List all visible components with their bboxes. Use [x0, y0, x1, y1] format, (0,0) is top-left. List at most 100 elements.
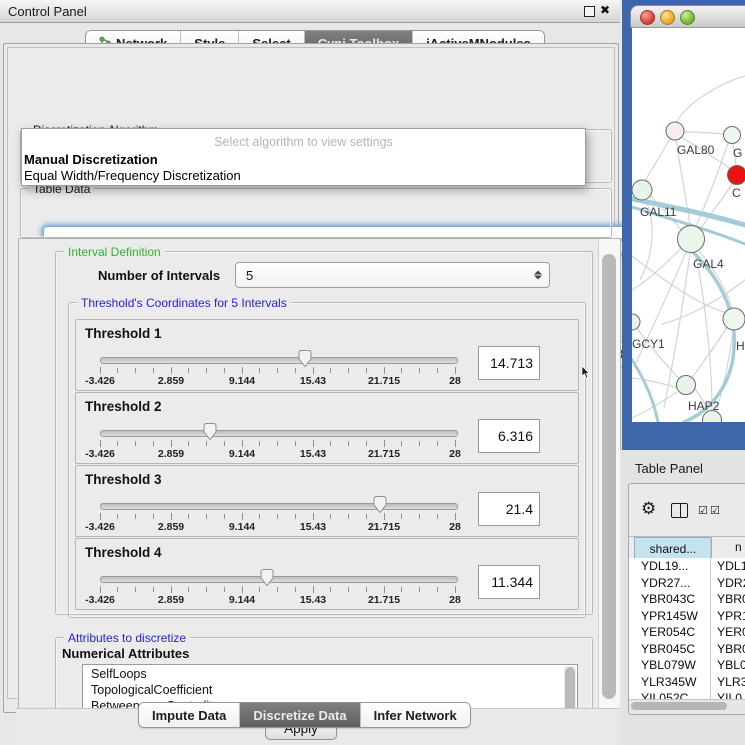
slider-tick [384, 440, 385, 447]
slider-tick-label: 15.43 [300, 448, 326, 460]
threshold-coordinates-title: Threshold's Coordinates for 5 Intervals [77, 296, 291, 310]
popup-option-manual-discretization[interactable]: Manual Discretization [24, 152, 158, 167]
threshold-4-slider-thumb[interactable] [259, 568, 275, 592]
threshold-4-slider-track[interactable] [100, 576, 458, 583]
main-scrollbar[interactable] [598, 239, 620, 708]
slider-tick [206, 368, 207, 373]
network-node[interactable] [666, 122, 684, 140]
edge[interactable] [684, 132, 724, 134]
slider-tick [437, 441, 438, 446]
highlighted-edge[interactable] [684, 252, 734, 422]
slider-tick [135, 587, 136, 592]
popup-option-equal-width-frequency[interactable]: Equal Width/Frequency Discretization [24, 168, 241, 183]
attribute-item-selfloops[interactable]: SelfLoops [91, 667, 147, 681]
window-close-icon[interactable] [640, 10, 655, 25]
table-panel-title: Table Panel [635, 461, 703, 476]
slider-tick [384, 586, 385, 593]
threshold-2-slider-thumb[interactable] [202, 422, 218, 446]
edge[interactable] [645, 139, 670, 181]
table-row[interactable]: YPR145WYPR1 [629, 608, 745, 625]
network-canvas[interactable]: GAL80GCGAL11GAL4GCY1HHAP2 [632, 27, 745, 422]
network-node[interactable] [677, 376, 696, 395]
slider-tick [153, 368, 154, 373]
column-header-name[interactable]: n [735, 540, 742, 554]
attributes-to-discretize-title: Attributes to discretize [64, 631, 190, 645]
tab-impute-data[interactable]: Impute Data [139, 703, 239, 727]
threshold-1-value-field[interactable]: 14.713 [478, 346, 540, 380]
edge[interactable] [632, 247, 682, 290]
threshold-3-slider-track[interactable] [100, 503, 458, 510]
table-row[interactable]: YER054CYER0 [629, 624, 745, 641]
slider-tick [259, 368, 260, 373]
edge[interactable] [695, 252, 712, 411]
tab-infer-network[interactable]: Infer Network [360, 703, 470, 727]
edge[interactable] [692, 327, 727, 378]
slider-tick-label: 9.144 [229, 521, 255, 533]
table-row[interactable]: YIL052CYIL0 [629, 690, 745, 699]
main-scrollbar-thumb[interactable] [602, 254, 616, 699]
network-node[interactable] [723, 308, 745, 330]
edge[interactable] [637, 328, 679, 379]
table-row[interactable]: YDR27...YDR2 [629, 575, 745, 592]
checkbox-icon[interactable]: ☑ [698, 504, 708, 517]
table-row[interactable]: YBL079WYBL0 [629, 657, 745, 674]
window-zoom-icon[interactable] [680, 10, 695, 25]
slider-tick-label: 21.715 [368, 594, 400, 606]
number-of-intervals-spinner[interactable]: 5 [235, 262, 550, 288]
threshold-2-slider-track[interactable] [100, 430, 458, 437]
slider-tick [117, 514, 118, 519]
split-columns-icon[interactable] [671, 503, 688, 518]
threshold-3-slider-thumb[interactable] [372, 495, 388, 519]
slider-tick [401, 368, 402, 373]
network-node[interactable] [724, 127, 741, 144]
cyni-mode-tab-bar: Impute Data Discretize DataInfer Network [138, 702, 471, 728]
network-node[interactable] [728, 166, 745, 185]
table-horizontal-scrollbar-thumb[interactable] [631, 702, 727, 710]
table-row[interactable]: YBR045CYBR0 [629, 641, 745, 658]
network-window-titlebar[interactable] [630, 5, 745, 28]
threshold-4-value-field[interactable]: 11.344 [478, 565, 540, 599]
slider-tick-label: 21.715 [368, 448, 400, 460]
tab-discretize-data[interactable]: Discretize Data [239, 703, 359, 727]
slider-tick-label: -3.426 [85, 448, 115, 460]
table-row[interactable]: YLR345WYLR3 [629, 674, 745, 691]
threshold-2-value-field[interactable]: 6.316 [478, 419, 540, 453]
slider-tick [313, 513, 314, 520]
slider-tick [100, 440, 101, 447]
gear-icon[interactable]: ⚙ [641, 500, 656, 517]
slider-thumb-icon [372, 495, 388, 514]
settings-scroll-viewport: Interval Definition Number of Intervals … [18, 238, 621, 709]
attribute-item-topologicalcoefficient[interactable]: TopologicalCoefficient [91, 683, 212, 697]
number-of-intervals-value: 5 [246, 268, 253, 283]
slider-tick [100, 586, 101, 593]
slider-tick [259, 514, 260, 519]
slider-tick [135, 514, 136, 519]
slider-tick [259, 441, 260, 446]
edge[interactable] [632, 378, 678, 388]
float-window-button[interactable] [584, 6, 595, 17]
network-node[interactable] [632, 314, 640, 330]
network-node[interactable] [678, 226, 705, 253]
cell-name: YBR0 [717, 642, 745, 656]
slider-tick [348, 514, 349, 519]
network-node[interactable] [632, 180, 652, 200]
threshold-1-slider-track[interactable] [100, 357, 458, 364]
threshold-4-label: Threshold 4 [85, 545, 162, 560]
checkbox-icon[interactable]: ☑ [710, 504, 720, 517]
threshold-1-slider-thumb[interactable] [297, 349, 313, 373]
edge[interactable] [677, 76, 745, 121]
attributes-scrollbar-thumb[interactable] [565, 667, 575, 709]
tab-label: Impute Data [152, 708, 226, 723]
table-row[interactable]: YBR043CYBR0 [629, 591, 745, 608]
table-row[interactable]: YDL19...YDL1 [629, 558, 745, 575]
table-data-group: Table Data galFiltered.sif default node [20, 188, 612, 238]
attributes-scrollbar[interactable] [564, 666, 576, 709]
threshold-3-value-field[interactable]: 21.4 [478, 492, 540, 526]
close-panel-button[interactable]: ✖ [600, 3, 610, 17]
highlighted-edge[interactable] [632, 360, 658, 422]
table-horizontal-scrollbar[interactable] [629, 699, 745, 713]
window-minimize-icon[interactable] [660, 10, 675, 25]
cell-shared-name: YDR27... [641, 576, 690, 590]
slider-tick-label: 9.144 [229, 594, 255, 606]
slider-tick [277, 514, 278, 519]
